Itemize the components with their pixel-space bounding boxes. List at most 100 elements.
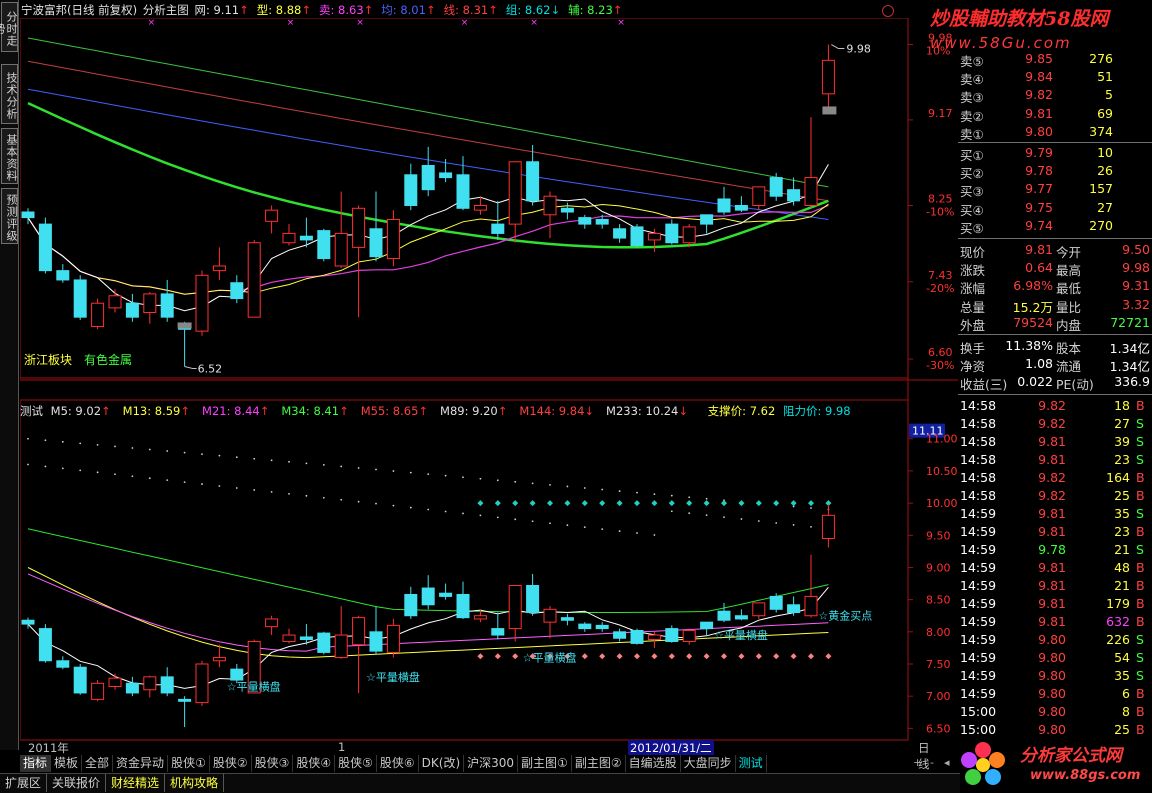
tick-volume: 18 (1114, 397, 1130, 413)
axis-price-label: 9.17 (928, 107, 953, 120)
indicator-tab-0[interactable]: 指标 (20, 755, 52, 772)
status-tab-0[interactable]: 扩展区 (0, 774, 48, 792)
indicator-tab-14[interactable]: 自编选股 (626, 755, 681, 772)
candle (769, 172, 783, 201)
header-ma-arrow-1: ↑ (301, 3, 312, 17)
dot-m144 (427, 508, 430, 511)
sell-price: 9.81 (1025, 105, 1053, 121)
dot-m144 (688, 512, 691, 515)
tab-fundamentals[interactable]: 基本资料 (1, 128, 18, 184)
flower-logo-icon (961, 742, 1005, 785)
indicator-tab-11[interactable]: 沪深300 (464, 755, 519, 772)
indicator-name[interactable]: 测试 (20, 404, 43, 418)
indicator-candle (613, 628, 627, 642)
indicator-candle (160, 667, 174, 697)
high-mark-label: 9.98 (846, 43, 871, 56)
support-diamond (686, 653, 693, 660)
tick-volume: 27 (1114, 415, 1130, 431)
dot-m233 (218, 454, 221, 457)
support-diamond (808, 653, 814, 660)
tick-price: 9.82 (1038, 487, 1066, 503)
indicator-tab-6[interactable]: 股侠③ (252, 755, 294, 772)
dot-m233 (810, 507, 812, 509)
dot-m144 (288, 492, 290, 495)
indicator-candle (334, 606, 348, 659)
dot-m233 (566, 485, 569, 488)
support-diamond (477, 653, 484, 660)
indicator-tab-8[interactable]: 股侠⑤ (335, 755, 377, 772)
scroll-left-icon[interactable]: ◂ (944, 756, 950, 769)
indicator-tab-2[interactable]: 全部 (82, 755, 114, 772)
indicator-candle (595, 622, 609, 632)
sell-price: 9.84 (1025, 69, 1053, 85)
indicator-ma-arrow-6: ↓ (584, 404, 595, 418)
indicator-candle (821, 504, 835, 548)
close-icon[interactable] (882, 5, 894, 17)
indicator-tab-4[interactable]: 股侠① (168, 755, 210, 772)
candle (456, 156, 470, 211)
resist-diamond (581, 500, 588, 507)
dot-m144 (114, 473, 116, 476)
tick-price: 9.81 (1038, 523, 1066, 539)
resist-diamond (477, 500, 484, 507)
kline-chart[interactable]: 9.9810%9.178.25-10%7.43-20%6.60-30%11.11… (20, 18, 958, 755)
indicator-candle (317, 631, 331, 655)
tick-price: 9.80 (1038, 721, 1066, 737)
zoom-in-icon[interactable]: + (913, 756, 922, 769)
indicator-tab-9[interactable]: 股侠⑥ (377, 755, 419, 772)
panel-name[interactable]: 分析主图 (143, 3, 189, 17)
indicator-tab-10[interactable]: DK(改) (419, 755, 465, 772)
indicator-tab-3[interactable]: 资金异动 (113, 755, 169, 772)
tick-row: 14:59 9.81 632 B (958, 613, 1152, 631)
buy-label: 买① (960, 148, 984, 163)
resist-diamond (634, 500, 640, 507)
status-tab-2[interactable]: 财经精选 (106, 774, 166, 792)
candle (91, 298, 105, 330)
pattern-mark-label: ☆平量横盘 (714, 628, 768, 642)
support-diamond (616, 653, 623, 660)
dot-m144 (792, 524, 795, 526)
dot-m144 (61, 467, 64, 470)
quote-value: 1.08 (1025, 356, 1053, 372)
dot-m144 (723, 516, 725, 518)
support-diamond (651, 653, 658, 660)
dot-m144 (496, 516, 499, 519)
tab-rating[interactable]: 预测评级 (1, 188, 18, 244)
indicator-candle (91, 680, 105, 702)
indicator-tab-7[interactable]: 股侠④ (293, 755, 336, 772)
buy-volume: 270 (1089, 217, 1113, 233)
tick-side: B (1136, 523, 1145, 539)
indicator-ma-7: M233: 10.24↓ (606, 404, 689, 418)
status-tab-3[interactable]: 机构攻略 (165, 774, 225, 792)
dot-m144 (235, 487, 238, 489)
indicator-tab-15[interactable]: 大盘同步 (681, 755, 736, 772)
dot-m233 (583, 487, 586, 489)
tab-intraday[interactable]: 分时走势 (0, 2, 18, 52)
sell-price: 9.80 (1025, 123, 1053, 139)
dot-m144 (479, 514, 482, 517)
indicator-candle (38, 624, 52, 663)
tick-price: 9.80 (1038, 685, 1066, 701)
indicator-tab-12[interactable]: 副主图① (518, 755, 572, 772)
indicator-tab-5[interactable]: 股侠② (210, 755, 252, 772)
quote-row: 涨跌 0.64 最高 9.98 (958, 259, 1152, 279)
zoom-out-icon[interactable]: - (930, 756, 934, 769)
dot-m144 (670, 510, 673, 513)
indicator-tab-16[interactable]: 测试 (736, 755, 767, 772)
indicator-tab-13[interactable]: 副主图② (572, 755, 626, 772)
indicator-candle (404, 586, 418, 619)
indicator-tab-1[interactable]: 模板 (51, 755, 83, 772)
tick-price: 9.81 (1038, 559, 1066, 575)
quote-label: 涨跌 (960, 263, 986, 279)
tick-row: 14:59 9.80 54 S (958, 649, 1152, 667)
status-tab-1[interactable]: 关联报价 (47, 774, 107, 792)
app-window: 分时走势 技术分析 基本资料 预测评级 宁波富邦(日线 前复权) 分析主图 网:… (0, 0, 1152, 793)
tick-volume: 164 (1106, 469, 1130, 485)
quote-value: 9.50 (1122, 242, 1150, 257)
indicator-candle (543, 606, 557, 639)
tab-technical-analysis[interactable]: 技术分析 (1, 64, 18, 124)
dot-m144 (444, 510, 447, 513)
axis-price-label: 8.25 (928, 193, 953, 206)
tick-volume: 6 (1122, 685, 1130, 701)
dot-m144 (618, 530, 621, 532)
